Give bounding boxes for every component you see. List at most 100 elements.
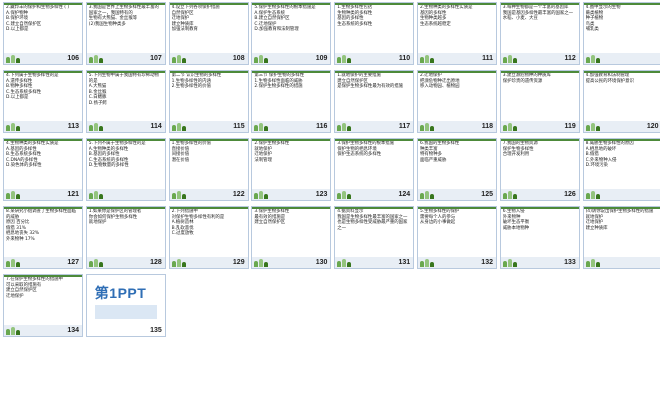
slide-thumbnail[interactable]: 1.生物多样性的价值 直接价值 间接价值 潜在价值 122 <box>168 138 249 201</box>
slide-number: 124 <box>398 191 411 198</box>
slide-text: 2.下列措施中 对保护生物多样性有利的是 A.植树造林 B.乱砍滥伐 C.过度放… <box>171 209 225 237</box>
slide-text: 7.我国的生物资源 保护生物多样性 合理开发利用 <box>502 141 538 158</box>
plant-icon <box>171 123 186 131</box>
slide-thumbnail[interactable]: 3.每种生物都是一个丰富的基因库 我国是基因多样性最丰富的国家之一 水稻、小麦、… <box>499 2 580 65</box>
slide-text: 4.加强教育和法制管理 提高公民的环境保护意识 <box>585 73 634 84</box>
slide-number: 118 <box>481 123 493 130</box>
plant-icon <box>6 327 20 335</box>
slide-number: 122 <box>232 191 245 198</box>
plant-icon <box>337 123 352 131</box>
slide-thumbnail[interactable]: 1.生物多样性包括 生物种类的多样性 基因的多样性 生态系统的多样性 110 <box>334 2 415 65</box>
slide-thumbnail[interactable]: 5.下列生物中属于我国特有珍稀动物的是 A.大熊猫 B.金丝猴 C.白鳍豚 D.… <box>85 70 166 133</box>
slide-thumbnail[interactable]: 3.我国是世界上生物多样性最丰富的国家之一，我国特有的 生物有大熊猫、金丝猴等 … <box>85 2 166 65</box>
plant-icon <box>502 259 517 267</box>
slide-thumbnail-ppt-logo[interactable]: 第1PPT 135 <box>85 274 166 337</box>
slide-thumbnail[interactable]: 8.威胁生物多样性的原因 A.栖息地的破坏 B.偷猎 C.外来物种入侵 D.环境… <box>582 138 660 201</box>
slide-number: 119 <box>564 123 576 130</box>
plant-icon <box>254 259 269 267</box>
slide-thumbnail[interactable]: (4)请你说出保护生物多样性的措施 就地保护 迁地保护 建立种质库 <box>582 206 660 269</box>
slide-text: 第三节 保护生物的多样性 1.生物多样性面临的威胁 2.保护生物多样性的措施 <box>254 73 305 90</box>
plant-icon <box>6 123 20 131</box>
slide-number: 128 <box>150 259 162 266</box>
slide-thumbnail[interactable]: 8.某研究小组调查了生物多样性面临的威胁 原因 百分比 偷猎 31% 栖息地丧失… <box>3 206 83 269</box>
plant-icon <box>419 191 434 199</box>
slide-thumbnail[interactable]: 2.保护生物多样性 就地保护 迁地保护 法制管理 123 <box>251 138 332 201</box>
slide-thumbnail[interactable]: 4.图中显示的生物 蕨类植物 种子植物 鸟类 哺乳类 <box>582 2 660 65</box>
slide-number: 135 <box>150 327 162 334</box>
slide-thumbnail[interactable]: 6.我国的生物多样性 种类丰富 特有物种多 面临严重威胁 125 <box>416 138 497 201</box>
slide-text: 2.生物种类的多样性实质是 基因的多样性 生物种类越多 生态系统越稳定 <box>419 5 473 27</box>
slide-number: 117 <box>398 123 411 130</box>
slide-thumbnail[interactable]: 2.下列措施中 对保护生物多样性有利的是 A.植树造林 B.乱砍滥伐 C.过度放… <box>168 206 249 269</box>
plant-icon <box>88 55 103 63</box>
slide-text: 3.我国是世界上生物多样性最丰富的国家之一，我国特有的 生物有大熊猫、金丝猴等 … <box>88 5 159 27</box>
slide-thumbnail[interactable]: 第二节 认识生物的多样性 1.生物多样性的内涵 2.生物多样性的价值 115 <box>168 70 249 133</box>
slide-thumbnail[interactable]: 2.藏羚羊的保护和生物多样性 ( ) A.保护物种 B.保护环境 C.建立自然保… <box>3 2 83 65</box>
slide-thumbnail[interactable]: 7.我国的生物资源 保护生物多样性 合理开发利用 126 <box>499 138 580 201</box>
slide-text: 7.在保护生物多样性的措施中 可以采取的措施有 建立自然保护区 迁地保护 <box>6 277 63 299</box>
plant-icon <box>337 191 352 199</box>
slide-number: 112 <box>564 55 576 62</box>
slide-text: 8.威胁生物多样性的原因 A.栖息地的破坏 B.偷猎 C.外来物种入侵 D.环境… <box>585 141 634 169</box>
plant-icon <box>502 191 517 199</box>
slide-text: 8.某研究小组调查了生物多样性面临的威胁 原因 百分比 偷猎 31% 栖息地丧失… <box>6 209 77 242</box>
slide-thumbnail[interactable]: 5.下列不属于生物多样性的是 A.生物种类的多样性 B.基因的多样性 C.生态系… <box>85 138 166 201</box>
slide-thumbnail[interactable]: 3.建立濒危物种的种质库 保护珍贵的遗传资源 119 <box>499 70 580 133</box>
slide-thumbnail[interactable]: 7.在保护生物多样性的措施中 可以采取的措施有 建立自然保护区 迁地保护 134 <box>3 274 83 337</box>
slide-footer <box>86 189 165 200</box>
slide-number: 129 <box>232 259 245 266</box>
slide-thumbnail[interactable]: 2.生物种类的多样性实质是 基因的多样性 生物种类越多 生态系统越稳定 111 <box>416 2 497 65</box>
slide-number: 127 <box>67 259 79 266</box>
slide-thumbnail[interactable]: 2.迁地保护 把濒危物种迁出原地 移入动物园、植物园 118 <box>416 70 497 133</box>
plant-icon <box>254 123 269 131</box>
plant-icon <box>171 55 186 63</box>
slide-number: 132 <box>481 259 493 266</box>
slide-thumbnail[interactable]: 5.保护生物多样性的根本措施是 A.保护生态系统 B.建立自然保护区 C.迁地保… <box>251 2 332 65</box>
slide-number: 109 <box>315 55 328 62</box>
slide-thumbnail[interactable]: 4.下列属于生物多样性的是 A.遗传多样性 B.物种多样性 C.生态系统多样性 … <box>3 70 83 133</box>
slide-number: 130 <box>315 259 328 266</box>
slide-thumbnail[interactable]: 4.加强教育和法制管理 提高公民的环境保护意识 120 <box>582 70 660 133</box>
slide-text: 2.迁地保护 把濒危物种迁出原地 移入动物园、植物园 <box>419 73 460 90</box>
slide-text: 第二节 认识生物的多样性 1.生物多样性的内涵 2.生物多样性的价值 <box>171 73 222 90</box>
slide-text: 3.建立濒危物种的种质库 保护珍贵的遗传资源 <box>502 73 551 84</box>
slide-thumbnail[interactable]: 6.生物入侵 外来物种 破坏生态平衡 威胁本地物种 133 <box>499 206 580 269</box>
plant-icon <box>585 259 600 267</box>
slide-text: 1.生物多样性包括 生物种类的多样性 基因的多样性 生态系统的多样性 <box>337 5 373 27</box>
slide-text: 4.图中显示的生物 蕨类植物 种子植物 鸟类 哺乳类 <box>585 5 621 33</box>
slide-number: 115 <box>233 123 245 130</box>
slide-thumbnail[interactable]: 5.生物多样性的保护 需要每个人的参与 从身边的小事做起 132 <box>416 206 497 269</box>
plant-icon <box>254 55 269 63</box>
slide-number: 106 <box>67 55 79 62</box>
slide-number: 125 <box>481 191 493 198</box>
slide-number: 133 <box>564 259 576 266</box>
slide-thumbnail[interactable]: 第三节 保护生物的多样性 1.生物多样性面临的威胁 2.保护生物多样性的措施 1… <box>251 70 332 133</box>
plant-icon <box>88 259 103 267</box>
slide-text: 6.我国的生物多样性 种类丰富 特有物种多 面临严重威胁 <box>419 141 460 163</box>
slide-text: 5.下列生物中属于我国特有珍稀动物的是 A.大熊猫 B.金丝猴 C.白鳍豚 D.… <box>88 73 159 106</box>
slide-number: 108 <box>232 55 245 62</box>
slide-text: 1.就地保护的主要措施 建立自然保护区 是保护生物多样性最为有效的措施 <box>337 73 404 90</box>
slide-thumbnail[interactable]: 3.保护生物多样性的根本措施 保护生物的栖息环境 保护生态系统的多样性 124 <box>334 138 415 201</box>
plant-icon <box>6 55 20 63</box>
slide-thumbnail[interactable]: 4.生物种类的多样性实质是 A.基因的多样性 B.生态系统多样性 C.DNA的多… <box>3 138 83 201</box>
slide-number: 113 <box>67 123 79 130</box>
slide-thumbnail[interactable]: 3.保护生物多样性 最有效的措施是 建立自然保护区 130 <box>251 206 332 269</box>
slide-thumbnail[interactable]: 1.就地保护的主要措施 建立自然保护区 是保护生物多样性最为有效的措施 117 <box>334 70 415 133</box>
plant-icon <box>337 259 352 267</box>
plant-icon <box>502 55 517 63</box>
slide-thumbnail[interactable]: 4.设立下列各项保护措施 自然保护区 迁地保护 建立种质库 加强法制教育 108 <box>168 2 249 65</box>
logo-banner <box>94 305 157 319</box>
slide-number: 126 <box>564 191 576 198</box>
slide-footer <box>583 53 660 64</box>
slide-number: 123 <box>315 191 328 198</box>
plant-icon <box>419 123 434 131</box>
slide-number: 121 <box>67 191 79 198</box>
slide-text: 4.设立下列各项保护措施 自然保护区 迁地保护 建立种质库 加强法制教育 <box>171 5 220 33</box>
slide-thumbnail[interactable]: 4.据资料显示 我国是生物多样性最丰富的国家之一 也是生物多样性受威胁最严重的国… <box>334 206 415 269</box>
slide-thumbnail[interactable]: 1.如果你是保护区的管理者 你会如何保护生物多样性 就地保护 128 <box>85 206 166 269</box>
slide-number: 131 <box>398 259 411 266</box>
slide-text: (4)请你说出保护生物多样性的措施 就地保护 迁地保护 建立种质库 <box>585 209 654 231</box>
plant-icon <box>171 259 186 267</box>
slide-text: 3.保护生物多样性的根本措施 保护生物的栖息环境 保护生态系统的多样性 <box>337 141 395 158</box>
